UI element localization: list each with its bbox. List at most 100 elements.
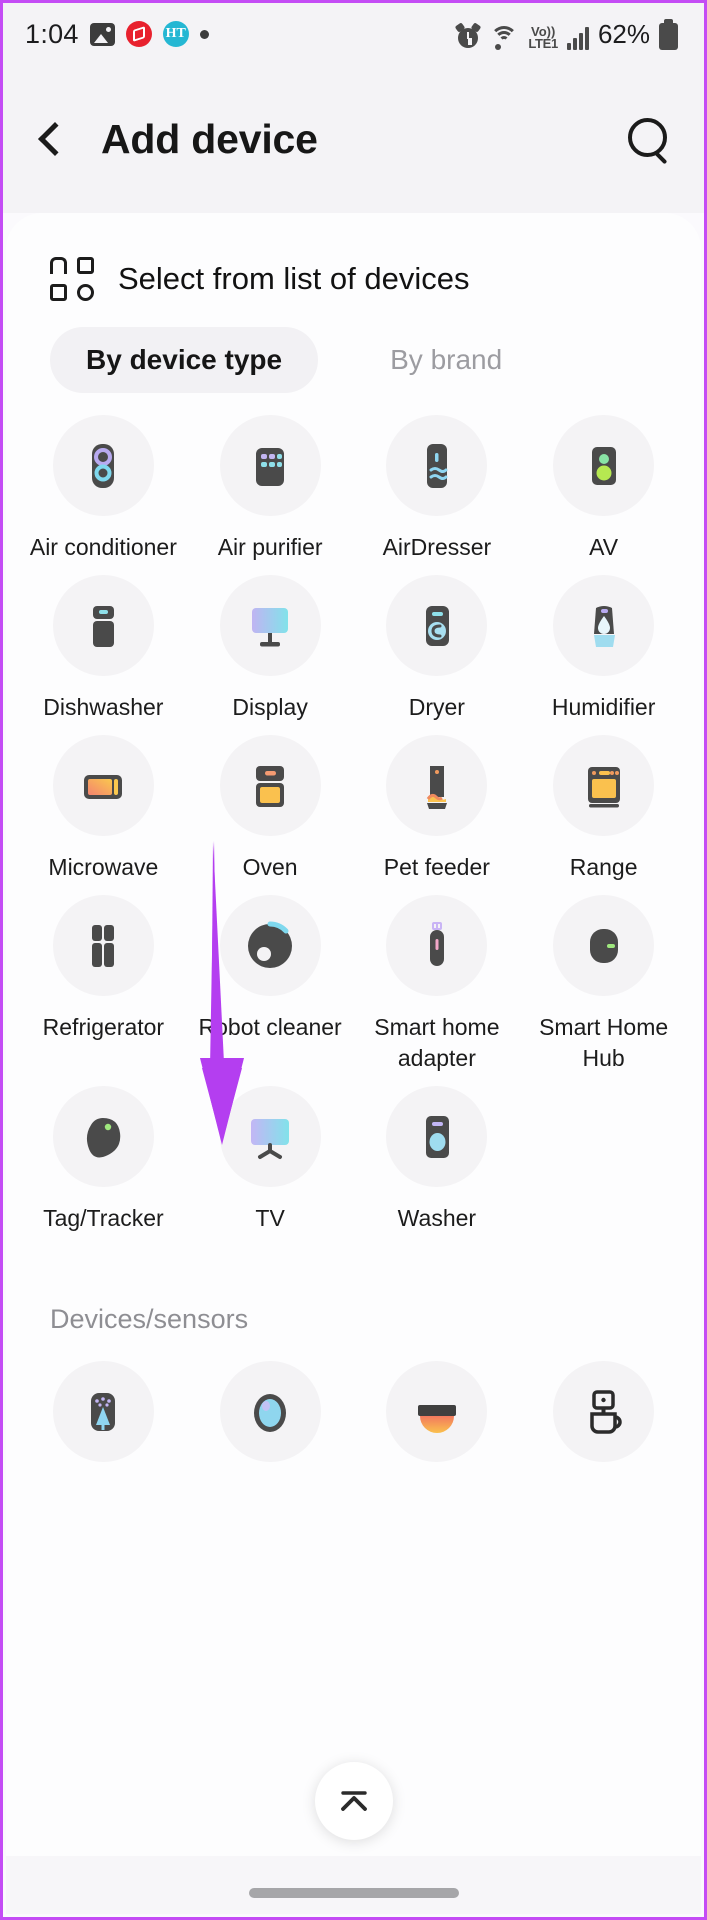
dryer-icon xyxy=(425,605,449,646)
device-label: Pet feeder xyxy=(383,854,490,880)
dot-icon xyxy=(199,29,209,39)
device-item-robot-cleaner[interactable]: Robot cleaner xyxy=(187,895,354,1080)
device-icon-wrap xyxy=(386,575,488,676)
device-grid: Air conditioner Air purifier AirDresser … xyxy=(6,393,701,1240)
device-label: Smart home adapter xyxy=(374,1014,500,1071)
device-item-oven[interactable]: Oven xyxy=(187,735,354,889)
device-item-dryer[interactable]: Dryer xyxy=(354,575,521,729)
tab-by-device-type[interactable]: By device type xyxy=(50,327,319,393)
device-item-range[interactable]: Range xyxy=(520,735,687,889)
signal-icon xyxy=(566,26,589,50)
device-icon-wrap xyxy=(219,895,321,996)
device-label: Dryer xyxy=(408,694,465,720)
device-item-pet-feeder[interactable]: Pet feeder xyxy=(354,735,521,889)
device-item-air-purifier[interactable]: Air purifier xyxy=(187,415,354,569)
device-icon-wrap xyxy=(52,735,154,836)
device-label: Air purifier xyxy=(217,534,323,560)
device-label: Range xyxy=(569,854,638,880)
device-grid-icon xyxy=(50,257,94,301)
device-label: Microwave xyxy=(48,854,159,880)
smart-home-adapter-icon xyxy=(429,921,444,966)
device-label: Display xyxy=(232,694,308,720)
filter-tabs: By device type By brand xyxy=(6,301,701,393)
device-list-sheet: Select from list of devices By device ty… xyxy=(6,213,701,1914)
robot-cleaner-icon xyxy=(248,921,293,968)
collapse-chevron-up-icon xyxy=(340,1791,367,1811)
back-chevron-icon[interactable] xyxy=(38,122,72,156)
section2-title: Devices/sensors xyxy=(50,1304,249,1334)
device-item-dishwasher[interactable]: Dishwasher xyxy=(20,575,187,729)
device-item-air-conditioner[interactable]: Air conditioner xyxy=(20,415,187,569)
device-item-display[interactable]: Display xyxy=(187,575,354,729)
device-label: AirDresser xyxy=(382,534,492,560)
device-icon-wrap xyxy=(553,415,655,516)
red-app-icon xyxy=(125,21,152,47)
device-icon-wrap xyxy=(386,415,488,516)
device-label: TV xyxy=(255,1205,285,1231)
oven-icon xyxy=(256,765,285,807)
collapse-sheet-button[interactable] xyxy=(314,1762,393,1840)
status-bar-right: Vo)) LTE1 62% xyxy=(455,18,678,51)
photos-icon xyxy=(89,22,115,46)
air-purifier-icon xyxy=(256,447,285,486)
wifi-icon xyxy=(489,24,519,50)
device-label: Dishwasher xyxy=(43,694,164,720)
device-item-refrigerator[interactable]: Refrigerator xyxy=(20,895,187,1080)
washer-icon xyxy=(425,1115,449,1158)
status-time: 1:04 xyxy=(25,18,79,49)
volte-line2: LTE1 xyxy=(528,35,558,51)
section-header: Select from list of devices xyxy=(6,213,701,301)
device-item-smart-home-hub[interactable]: Smart Home Hub xyxy=(520,895,687,1080)
air-quality-icon xyxy=(91,1392,116,1431)
device-item-camera[interactable] xyxy=(187,1361,354,1484)
device-icon-wrap xyxy=(219,735,321,836)
device-icon-wrap xyxy=(52,1361,154,1462)
battery-icon xyxy=(659,18,678,50)
device-label: Tag/Tracker xyxy=(43,1205,164,1231)
device-item-microwave[interactable]: Microwave xyxy=(20,735,187,889)
tab-by-brand[interactable]: By brand xyxy=(354,327,538,393)
app-bar: Add device xyxy=(3,65,704,213)
battery-percent: 62% xyxy=(597,18,650,49)
device-icon-wrap xyxy=(52,575,154,676)
device-item-smart-home-adapter[interactable]: Smart home adapter xyxy=(354,895,521,1080)
device-label: Humidifier xyxy=(551,694,656,720)
device-item-tv[interactable]: TV xyxy=(187,1086,354,1240)
camera-icon xyxy=(254,1393,287,1432)
status-bar: 1:04 HT Vo)) LTE1 62% xyxy=(3,3,704,65)
bottom-bar-background xyxy=(6,1856,701,1914)
device-icon-wrap xyxy=(386,735,488,836)
device-icon-wrap xyxy=(386,1086,488,1187)
device-item-air-quality[interactable] xyxy=(20,1361,187,1484)
device-label: Robot cleaner xyxy=(198,1014,342,1040)
device-icon-wrap xyxy=(553,735,655,836)
range-icon xyxy=(587,766,620,807)
device-item-av[interactable]: AV xyxy=(520,415,687,569)
airdresser-icon xyxy=(426,443,448,488)
section-title: Select from list of devices xyxy=(118,261,470,296)
device-item-tag-tracker[interactable]: Tag/Tracker xyxy=(20,1086,187,1240)
dishwasher-icon xyxy=(93,605,115,647)
device-item-coffee-maker[interactable] xyxy=(520,1361,687,1484)
device-icon-wrap xyxy=(386,895,488,996)
device-item-airdresser[interactable]: AirDresser xyxy=(354,415,521,569)
gesture-home-bar[interactable] xyxy=(248,1888,459,1898)
device-item-cooktop[interactable] xyxy=(354,1361,521,1484)
device-item-humidifier[interactable]: Humidifier xyxy=(520,575,687,729)
device-item-washer[interactable]: Washer xyxy=(354,1086,521,1240)
device-icon-wrap xyxy=(553,895,655,996)
device-icon-wrap xyxy=(553,1361,655,1462)
search-icon[interactable] xyxy=(628,118,670,160)
alarm-icon xyxy=(455,21,482,50)
status-bar-left: 1:04 HT xyxy=(25,19,209,50)
device-icon-wrap xyxy=(219,1361,321,1462)
microwave-icon xyxy=(84,774,123,799)
device-icon-wrap xyxy=(386,1361,488,1462)
page-title: Add device xyxy=(101,115,318,162)
volte-icon: Vo)) LTE1 xyxy=(528,25,558,51)
air-conditioner-icon xyxy=(92,443,115,488)
av-icon xyxy=(591,446,616,485)
device-icon-wrap xyxy=(52,895,154,996)
device-icon-wrap xyxy=(219,415,321,516)
device-icon-wrap xyxy=(52,415,154,516)
